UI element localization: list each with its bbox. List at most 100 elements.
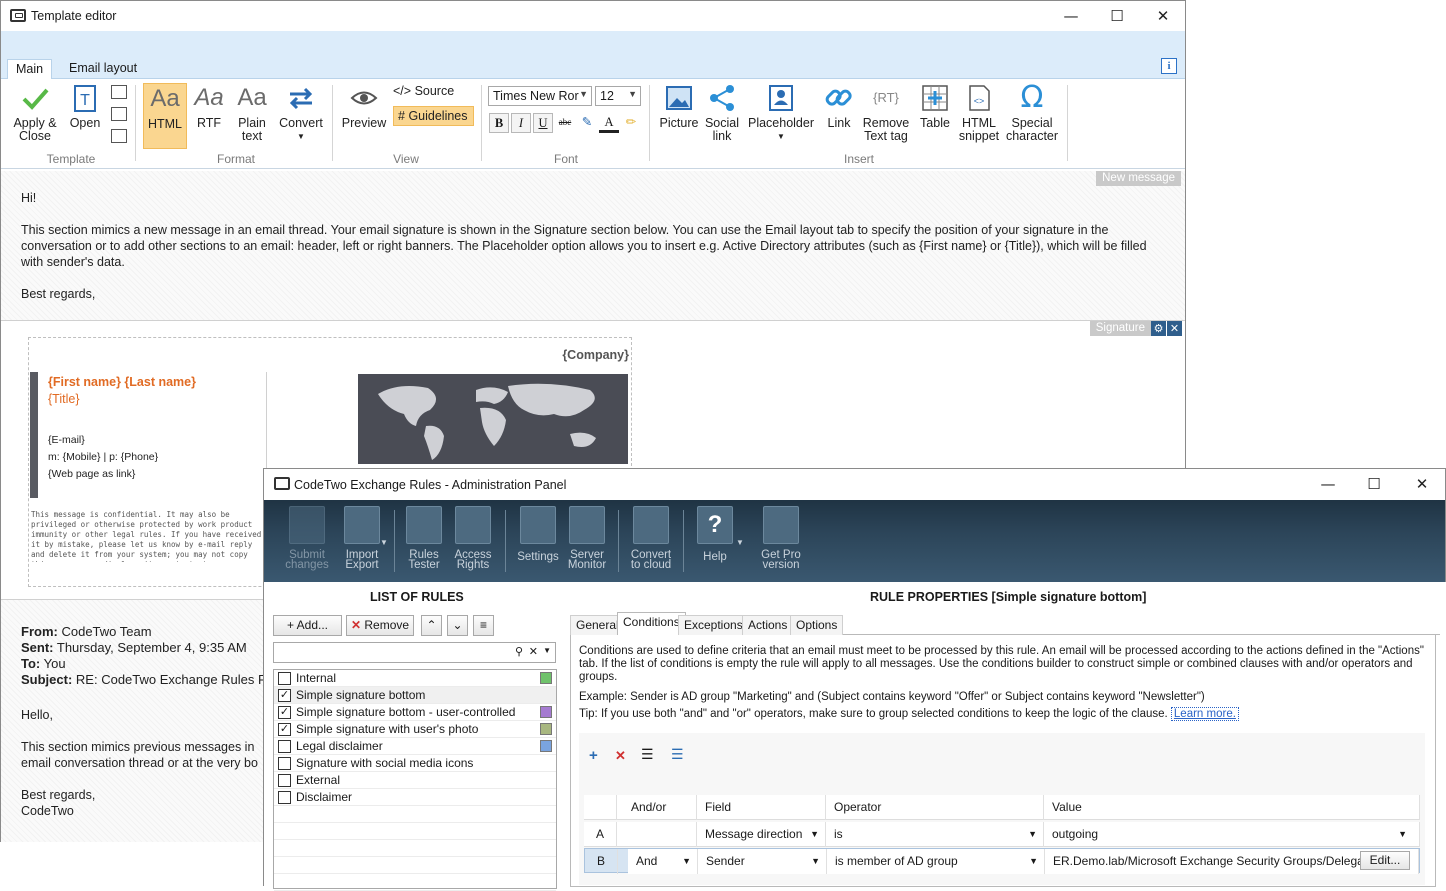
strikethrough-button[interactable]: abc	[555, 113, 575, 133]
minimize-button[interactable]: —	[1048, 1, 1094, 31]
field-select[interactable]: Sender ▼	[698, 849, 827, 874]
rt-tag-icon: {RT}	[873, 90, 899, 105]
remove-text-tag-button[interactable]: {RT} Remove Text tag	[861, 83, 911, 153]
close-icon[interactable]: ✕	[1167, 321, 1182, 336]
admin-minimize-button[interactable]: —	[1305, 469, 1351, 499]
group-conditions-icon[interactable]: ☰	[641, 746, 654, 763]
greeting-text: Hi!	[21, 191, 37, 205]
plain-text-button[interactable]: Aa Plain text	[231, 83, 273, 149]
open-button[interactable]: T Open	[65, 83, 105, 149]
andor-select[interactable]	[617, 822, 697, 847]
submit-changes-button[interactable]: Submit changes	[284, 506, 330, 571]
delete-condition-icon[interactable]: ✕	[615, 748, 626, 764]
apply-close-button[interactable]: Apply & Close	[7, 83, 63, 149]
rule-list-item[interactable]: ✓ Simple signature bottom	[274, 687, 556, 704]
placeholder-button[interactable]: Placeholder ▼	[747, 83, 815, 153]
tab-actions[interactable]: Actions	[742, 615, 794, 635]
underline-button[interactable]: U	[533, 113, 553, 133]
guidelines-button[interactable]: # Guidelines	[393, 106, 474, 126]
picture-button[interactable]: Picture	[657, 83, 701, 149]
operator-select[interactable]: is member of AD group ▼	[827, 849, 1045, 874]
rule-checkbox[interactable]: ✓	[278, 706, 291, 719]
gear-icon[interactable]: ⚙	[1151, 321, 1166, 336]
preview-button[interactable]: Preview	[339, 83, 389, 149]
grid-icon: #	[398, 109, 405, 123]
italic-button[interactable]: I	[511, 113, 531, 133]
rtf-format-button[interactable]: Aa RTF	[189, 83, 229, 149]
maximize-button[interactable]: ☐	[1094, 1, 1140, 31]
tab-main[interactable]: Main	[7, 59, 53, 80]
info-icon[interactable]: i	[1161, 58, 1177, 74]
admin-maximize-button[interactable]: ☐	[1351, 469, 1397, 499]
import-icon[interactable]	[111, 107, 127, 121]
condition-row[interactable]: A Message direction ▼ is ▼ outgoing ▼	[584, 822, 1420, 847]
rule-list-item[interactable]: ✓ Simple signature with user's photo	[274, 721, 556, 738]
field-select[interactable]: Message direction ▼	[697, 822, 826, 847]
new-message-section[interactable]: New message Hi! This section mimics a ne…	[1, 171, 1185, 321]
move-down-button[interactable]: ⌄	[447, 615, 468, 636]
list-menu-button[interactable]: ≡	[473, 615, 494, 636]
tab-exceptions[interactable]: Exceptions	[678, 615, 749, 635]
admin-close-button[interactable]: ✕	[1399, 469, 1445, 499]
help-button[interactable]: ? Help	[694, 506, 736, 564]
tab-conditions[interactable]: Conditions	[617, 612, 686, 635]
highlight-icon[interactable]: ✏	[621, 113, 641, 133]
learn-more-link[interactable]: Learn more.	[1170, 707, 1239, 721]
close-button[interactable]: ✕	[1140, 1, 1186, 31]
html-format-button[interactable]: Aa HTML	[143, 83, 187, 149]
chevron-down-icon[interactable]: ▼	[736, 538, 744, 547]
clear-search-icon[interactable]: ✕	[529, 645, 538, 658]
source-button[interactable]: </> Source	[393, 85, 473, 103]
font-color-button[interactable]: A	[599, 113, 619, 133]
tab-email-layout[interactable]: Email layout	[61, 59, 145, 80]
rule-checkbox[interactable]	[278, 672, 291, 685]
rule-list-item[interactable]: Internal	[274, 670, 556, 687]
rule-checkbox[interactable]	[278, 774, 291, 787]
convert-to-cloud-button[interactable]: Convert to cloud	[628, 506, 674, 571]
rules-tester-button[interactable]: Rules Tester	[404, 506, 444, 571]
remove-rule-button[interactable]: ✕ Remove	[346, 615, 414, 636]
rule-checkbox[interactable]	[278, 791, 291, 804]
get-pro-button[interactable]: Get Pro version	[758, 506, 804, 571]
bold-button[interactable]: B	[489, 113, 509, 133]
table-button[interactable]: Table	[915, 83, 955, 149]
value-select[interactable]: outgoing ▼	[1044, 822, 1420, 847]
rule-list-item[interactable]: Legal disclaimer	[274, 738, 556, 755]
ungroup-conditions-icon[interactable]: ☰	[671, 746, 684, 763]
settings-button[interactable]: Settings	[514, 506, 562, 564]
rule-list-item[interactable]: Signature with social media icons	[274, 755, 556, 772]
rule-checkbox[interactable]: ✓	[278, 689, 291, 702]
rule-list-item[interactable]: External	[274, 772, 556, 789]
special-character-button[interactable]: Ω Special character	[1005, 83, 1059, 153]
andor-select[interactable]: And ▼	[628, 849, 698, 874]
from-line: From: CodeTwo Team	[21, 624, 152, 639]
access-rights-button[interactable]: Access Rights	[452, 506, 494, 571]
link-button[interactable]: Link	[819, 83, 859, 149]
edit-value-button[interactable]: Edit...	[1360, 851, 1410, 870]
font-name-select[interactable]: Times New Ror ▼	[488, 86, 592, 106]
social-link-button[interactable]: Social link	[703, 83, 741, 149]
add-condition-icon[interactable]: +	[589, 747, 598, 764]
save-icon[interactable]	[111, 85, 127, 99]
rule-list-item[interactable]: Disclaimer	[274, 789, 556, 806]
operator-select[interactable]: is ▼	[826, 822, 1044, 847]
rule-checkbox[interactable]	[278, 757, 291, 770]
chevron-down-icon[interactable]: ▼	[543, 646, 551, 655]
tab-options[interactable]: Options	[790, 615, 844, 635]
server-monitor-button[interactable]: Server Monitor	[566, 506, 608, 571]
export-icon[interactable]	[111, 129, 127, 143]
remove-x-icon: ✕	[350, 618, 362, 632]
import-export-button[interactable]: Import Export	[338, 506, 386, 571]
add-rule-button[interactable]: + Add...	[273, 615, 342, 636]
font-size-select[interactable]: 12 ▼	[595, 86, 641, 106]
condition-row[interactable]: B And ▼ Sender ▼ is member of AD group ▼ ER…	[584, 848, 1420, 874]
clear-format-icon[interactable]: ✎	[577, 113, 597, 133]
rule-list-item[interactable]: ✓ Simple signature bottom - user-controll…	[274, 704, 556, 721]
html-snippet-button[interactable]: <> HTML snippet	[956, 83, 1002, 153]
move-up-button[interactable]: ⌃	[421, 615, 442, 636]
convert-button[interactable]: Convert ▼	[275, 83, 327, 153]
chevron-down-icon[interactable]: ▼	[380, 538, 388, 547]
rule-checkbox[interactable]: ✓	[278, 723, 291, 736]
rule-checkbox[interactable]	[278, 740, 291, 753]
rule-search-input[interactable]: ⚲ ✕ ▼	[273, 642, 556, 663]
